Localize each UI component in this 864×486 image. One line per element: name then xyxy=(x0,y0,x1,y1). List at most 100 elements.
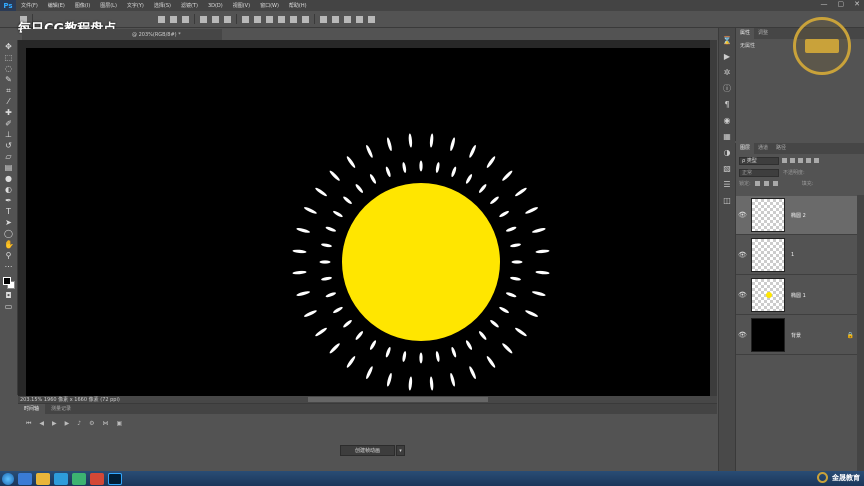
3d-scale-icon[interactable] xyxy=(368,15,375,23)
tab-channels[interactable]: 通道 xyxy=(754,143,772,154)
eye-icon[interactable]: 👁 xyxy=(736,251,749,259)
align-middle-icon[interactable] xyxy=(170,15,177,23)
3d-slide-icon[interactable] xyxy=(356,15,363,23)
transition-icon[interactable]: ⋈ xyxy=(103,420,109,428)
blur-icon[interactable]: ● xyxy=(4,174,13,183)
tab-timeline[interactable]: 时间轴 xyxy=(18,404,46,414)
adjustments-icon[interactable]: ◑ xyxy=(724,148,731,157)
marquee-icon[interactable]: ⬚ xyxy=(4,53,13,62)
color-swatches[interactable] xyxy=(2,277,15,289)
app-icon[interactable] xyxy=(72,472,86,485)
tab-adjustments[interactable]: 调整 xyxy=(754,28,772,39)
history-brush-icon[interactable]: ↺ xyxy=(4,141,13,150)
close-icon[interactable]: ✕ xyxy=(854,0,860,8)
eye-icon[interactable]: 👁 xyxy=(736,331,749,339)
blend-mode-select[interactable]: 正常 xyxy=(739,168,779,177)
lock-all-icon[interactable] xyxy=(772,181,778,186)
layer-row[interactable]: 👁 1 xyxy=(736,236,858,275)
3d-rotate-icon[interactable] xyxy=(320,15,327,23)
screen-mode-icon[interactable]: ▭ xyxy=(4,302,13,311)
quick-select-icon[interactable]: ✎ xyxy=(4,75,13,84)
dodge-icon[interactable]: ◐ xyxy=(4,185,13,194)
actions-icon[interactable]: ▶ xyxy=(724,52,730,61)
vertical-scrollbar[interactable] xyxy=(710,40,717,396)
menu-layer[interactable]: 图层(L) xyxy=(95,2,122,9)
align-center-icon[interactable] xyxy=(212,15,219,23)
channels-icon[interactable]: ◫ xyxy=(723,196,731,205)
media-icon[interactable] xyxy=(90,472,104,485)
type-icon[interactable]: T xyxy=(4,207,13,216)
lock-position-icon[interactable] xyxy=(763,181,769,186)
zoom-icon[interactable]: ⚲ xyxy=(4,251,13,260)
maximize-icon[interactable]: ▢ xyxy=(838,0,845,8)
tab-paths[interactable]: 路径 xyxy=(772,143,790,154)
align-top-icon[interactable] xyxy=(158,15,165,23)
brush-presets-icon[interactable]: ✲ xyxy=(724,68,731,77)
crop-icon[interactable]: ⌗ xyxy=(4,86,13,95)
menu-file[interactable]: 文件(F) xyxy=(16,2,43,9)
create-frame-animation-button[interactable]: 创建帧动画 xyxy=(340,445,395,456)
info-icon[interactable]: ⓘ xyxy=(723,84,731,93)
layer-filter-select[interactable]: ρ 类型 xyxy=(739,156,779,165)
layers-icon[interactable]: ☰ xyxy=(723,180,730,189)
menu-select[interactable]: 选择(S) xyxy=(149,2,176,9)
document-canvas[interactable] xyxy=(26,48,710,396)
menu-image[interactable]: 图像(I) xyxy=(70,2,95,9)
distribute-center-icon[interactable] xyxy=(290,15,297,23)
layer-row[interactable]: 👁 椭圆 2 xyxy=(736,196,858,235)
distribute-middle-icon[interactable] xyxy=(254,15,261,23)
lasso-icon[interactable]: ◌ xyxy=(4,64,13,73)
filter-adjust-icon[interactable] xyxy=(790,158,795,163)
distribute-left-icon[interactable] xyxy=(278,15,285,23)
layer-row[interactable]: 👁 背景 🔒 xyxy=(736,316,858,355)
filter-type-icon[interactable] xyxy=(798,158,803,163)
photoshop-task-icon[interactable] xyxy=(108,472,122,485)
filter-smart-icon[interactable] xyxy=(814,158,819,163)
color-icon[interactable]: ◉ xyxy=(724,116,731,125)
menu-filter[interactable]: 滤镜(T) xyxy=(176,2,203,9)
timeline-mode-dropdown[interactable]: ▾ xyxy=(396,445,405,456)
document-tab[interactable]: @ 203%(RGB/8#) * xyxy=(22,29,222,40)
first-frame-icon[interactable]: ⏮ xyxy=(26,420,31,428)
align-left-icon[interactable] xyxy=(200,15,207,23)
quick-mask-icon[interactable]: ◘ xyxy=(4,291,13,300)
distribute-top-icon[interactable] xyxy=(242,15,249,23)
gradient-icon[interactable]: ▤ xyxy=(4,163,13,172)
distribute-right-icon[interactable] xyxy=(302,15,309,23)
play-icon[interactable]: ▶ xyxy=(52,420,57,428)
shape-icon[interactable]: ◯ xyxy=(4,229,13,238)
start-button[interactable] xyxy=(2,472,14,485)
tab-measurement-log[interactable]: 测量记录 xyxy=(45,404,77,414)
filter-shape-icon[interactable] xyxy=(806,158,811,163)
tab-properties[interactable]: 属性 xyxy=(736,28,755,39)
prev-frame-icon[interactable]: ◀ xyxy=(39,420,44,428)
pen-icon[interactable]: ✒ xyxy=(4,196,13,205)
swatches-icon[interactable]: ▦ xyxy=(723,132,731,141)
distribute-bottom-icon[interactable] xyxy=(266,15,273,23)
minimize-icon[interactable]: — xyxy=(821,0,828,8)
menu-window[interactable]: 窗口(W) xyxy=(255,2,284,9)
move-icon[interactable]: ✥ xyxy=(4,42,13,51)
browser-icon[interactable] xyxy=(54,472,68,485)
menu-edit[interactable]: 编辑(E) xyxy=(43,2,70,9)
render-icon[interactable]: ▣ xyxy=(117,420,123,428)
horizontal-scrollbar[interactable] xyxy=(308,397,488,402)
audio-icon[interactable]: ♪ xyxy=(77,420,81,428)
filter-pixel-icon[interactable] xyxy=(782,158,787,163)
3d-roll-icon[interactable] xyxy=(332,15,339,23)
more-tools-icon[interactable]: ⋯ xyxy=(4,262,13,271)
3d-pan-icon[interactable] xyxy=(344,15,351,23)
eraser-icon[interactable]: ▱ xyxy=(4,152,13,161)
brush-icon[interactable]: ✐ xyxy=(4,119,13,128)
healing-icon[interactable]: ✚ xyxy=(4,108,13,117)
align-bottom-icon[interactable] xyxy=(182,15,189,23)
paragraph-icon[interactable]: ¶ xyxy=(724,100,729,109)
menu-3d[interactable]: 3D(D) xyxy=(203,3,228,9)
settings-icon[interactable]: ⚙ xyxy=(89,420,94,428)
layer-row[interactable]: 👁 椭圆 1 xyxy=(736,276,858,315)
next-frame-icon[interactable]: ▶ xyxy=(65,420,70,428)
path-select-icon[interactable]: ➤ xyxy=(4,218,13,227)
eye-icon[interactable]: 👁 xyxy=(736,291,749,299)
folder-icon[interactable] xyxy=(36,472,50,485)
eyedropper-icon[interactable]: ⁄ xyxy=(4,97,13,106)
